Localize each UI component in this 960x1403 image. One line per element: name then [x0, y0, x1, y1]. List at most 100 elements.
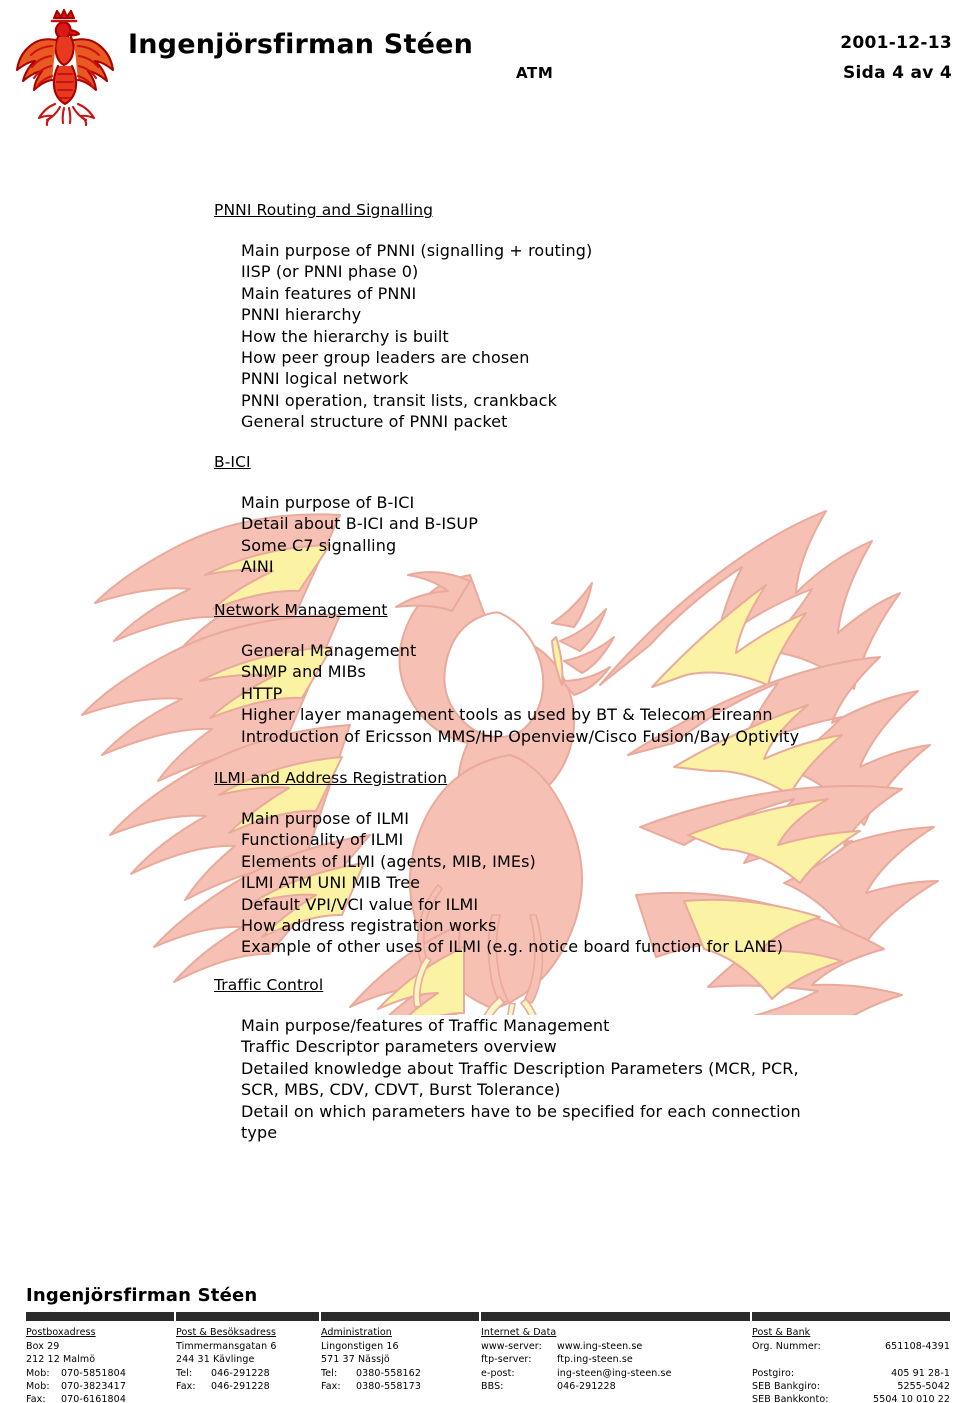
footer-row: Box 29	[26, 1340, 176, 1353]
section-heading: Traffic Control	[214, 976, 324, 994]
list-item: How the hierarchy is built	[241, 326, 449, 346]
footer-value: ftp.ing-steen.se	[557, 1354, 633, 1366]
footer-key: Fax:	[176, 1380, 196, 1392]
footer-columns: Postboxadress Box 29 212 12 Malmö Mob: 07…	[26, 1326, 950, 1403]
page-footer: Ingenjörsfirman Stéen Postboxadress Box …	[0, 1285, 960, 1403]
list-item: Traffic Descriptor parameters overview	[241, 1037, 557, 1057]
footer-value: Lingonstigen 16	[321, 1341, 399, 1353]
section-heading: B-ICI	[214, 453, 251, 471]
footer-value: 070-3823417	[61, 1380, 126, 1392]
footer-value: 651108-4391	[885, 1341, 950, 1353]
footer-key: BBS:	[481, 1380, 504, 1392]
footer-key: Fax:	[26, 1394, 46, 1403]
footer-row: 571 37 Nässjö	[321, 1353, 471, 1366]
section-item-list: Main purpose of PNNI (signalling + routi…	[241, 240, 934, 433]
section-heading: ILMI and Address Registration	[214, 769, 448, 787]
footer-column-internet-data: Internet & Data www-server: www.ing-steen…	[481, 1326, 751, 1393]
footer-row: Timmermansgatan 6	[176, 1340, 321, 1353]
footer-column-heading: Administration	[321, 1327, 392, 1338]
list-item: Higher layer management tools as used by…	[241, 705, 773, 725]
footer-value: 244 31 Kävlinge	[176, 1354, 255, 1366]
footer-row-spacer	[752, 1353, 950, 1366]
section-pnni-routing-and-signalling: PNNI Routing and Signalling Main purpose…	[214, 200, 934, 433]
list-item: AINI	[241, 557, 274, 577]
footer-row: Lingonstigen 16	[321, 1340, 471, 1353]
list-item: Introduction of Ericsson MMS/HP Openview…	[241, 726, 800, 746]
list-item: SNMP and MIBs	[241, 662, 366, 682]
document-page: Ingenjörsfirman Stéen ATM 2001-12-13 Sid…	[0, 0, 960, 1403]
footer-key: e-post:	[481, 1367, 515, 1379]
footer-divider-bar	[26, 1312, 950, 1321]
footer-row: Fax: 0380-558173	[321, 1380, 471, 1393]
list-item: Main purpose of ILMI	[241, 809, 410, 828]
section-item-list: Main purpose of ILMI Functionality of IL…	[241, 808, 934, 958]
footer-row: Tel: 046-291228	[176, 1367, 321, 1380]
footer-key: Postgiro:	[752, 1367, 795, 1379]
list-item: IISP (or PNNI phase 0)	[241, 262, 419, 282]
footer-row: Postgiro: 405 91 28-1	[752, 1367, 950, 1380]
section-heading: PNNI Routing and Signalling	[214, 201, 434, 219]
footer-value: 5504 10 010 22	[873, 1394, 950, 1403]
section-item-list: General Management SNMP and MIBs HTTP Hi…	[241, 640, 934, 747]
footer-value: Timmermansgatan 6	[176, 1341, 277, 1353]
footer-column-post-besoksadress: Post & Besöksadress Timmermansgatan 6 24…	[176, 1326, 321, 1393]
list-item: PNNI operation, transit lists, crankback	[241, 390, 557, 410]
footer-row: e-post: ing-steen@ing-steen.se	[481, 1367, 751, 1380]
footer-row: Org. Nummer: 651108-4391	[752, 1340, 950, 1353]
section-b-ici: B-ICI Main purpose of B-ICI Detail about…	[214, 452, 934, 578]
list-item: Default VPI/VCI value for ILMI	[241, 894, 479, 914]
footer-row: www-server: www.ing-steen.se	[481, 1340, 751, 1353]
list-item: Detail about B-ICI and B-ISUP	[241, 514, 478, 534]
footer-row: Mob: 070-3823417	[26, 1380, 176, 1393]
list-item: Detail on which parameters have to be sp…	[241, 1101, 801, 1143]
footer-value: www.ing-steen.se	[557, 1341, 643, 1353]
footer-bar-segment	[321, 1312, 481, 1321]
footer-bar-segment	[481, 1312, 752, 1321]
footer-value: 0380-558173	[356, 1380, 421, 1392]
footer-row: Fax: 070-6161804	[26, 1393, 176, 1403]
footer-key: ftp-server:	[481, 1354, 532, 1366]
footer-bar-segment	[752, 1312, 950, 1321]
section-heading: Network Management	[214, 601, 388, 619]
footer-key: Mob:	[26, 1380, 50, 1392]
footer-value: 0380-558162	[356, 1367, 421, 1379]
footer-row: 244 31 Kävlinge	[176, 1353, 321, 1366]
list-item: ILMI ATM UNI MIB Tree	[241, 873, 421, 893]
footer-value: 405 91 28-1	[891, 1367, 950, 1379]
footer-column-post-bank: Post & Bank Org. Nummer: 651108-4391 Post…	[752, 1326, 950, 1403]
list-item: General Management	[241, 641, 417, 660]
footer-row: BBS: 046-291228	[481, 1380, 751, 1393]
section-ilmi-and-address-registration: ILMI and Address Registration Main purpo…	[214, 768, 934, 958]
list-item: Main features of PNNI	[241, 283, 417, 303]
list-item: Some C7 signalling	[241, 535, 397, 555]
section-item-list: Main purpose/features of Traffic Managem…	[241, 1015, 934, 1143]
list-item: General structure of PNNI packet	[241, 412, 508, 432]
footer-row: Mob: 070-5851804	[26, 1367, 176, 1380]
footer-row: SEB Bankgiro: 5255-5042	[752, 1380, 950, 1393]
footer-row: Fax: 046-291228	[176, 1380, 321, 1393]
footer-value: 046-291228	[211, 1380, 270, 1392]
footer-value: 070-5851804	[61, 1367, 126, 1379]
footer-value: 046-291228	[211, 1367, 270, 1379]
list-item: PNNI logical network	[241, 369, 409, 389]
list-item: How address registration works	[241, 916, 497, 936]
footer-bar-segment	[176, 1312, 321, 1321]
list-item: PNNI hierarchy	[241, 305, 362, 325]
list-item: Elements of ILMI (agents, MIB, IMEs)	[241, 851, 536, 871]
footer-column-heading: Post & Bank	[752, 1327, 811, 1338]
section-traffic-control: Traffic Control Main purpose/features of…	[214, 975, 934, 1143]
list-item: How peer group leaders are chosen	[241, 348, 530, 368]
footer-value: 070-6161804	[61, 1394, 126, 1403]
footer-column-heading: Internet & Data	[481, 1327, 557, 1338]
footer-column-heading: Postboxadress	[26, 1327, 96, 1338]
footer-column-postboxadress: Postboxadress Box 29 212 12 Malmö Mob: 07…	[26, 1326, 176, 1403]
section-network-management: Network Management General Management SN…	[214, 600, 934, 747]
list-item: Main purpose/features of Traffic Managem…	[241, 1016, 610, 1035]
footer-value: 571 37 Nässjö	[321, 1354, 390, 1366]
list-item: HTTP	[241, 683, 283, 703]
footer-value: 5255-5042	[897, 1380, 950, 1392]
list-item: Example of other uses of ILMI (e.g. noti…	[241, 937, 784, 957]
footer-value: 212 12 Malmö	[26, 1354, 96, 1366]
footer-column-heading: Post & Besöksadress	[176, 1327, 277, 1338]
footer-key: SEB Bankgiro:	[752, 1380, 821, 1392]
